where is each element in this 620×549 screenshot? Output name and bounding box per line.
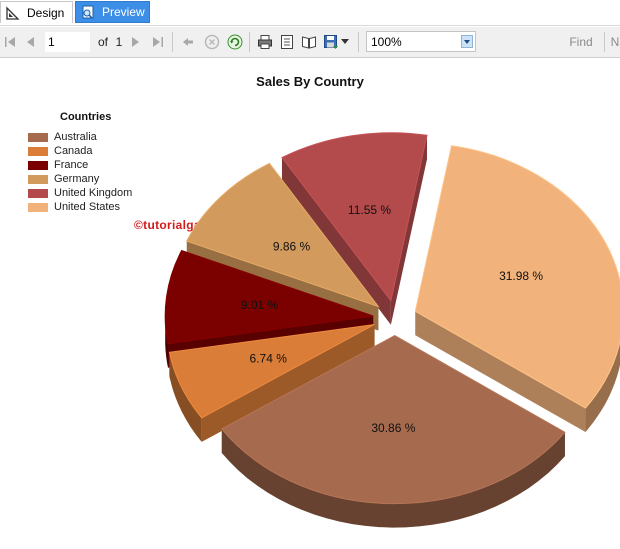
pie-slice-label: 11.55 %: [348, 203, 391, 217]
pie-slice-label: 9.86 %: [273, 239, 311, 253]
pie-chart: 31.98 % 30.86 % 6.74 % 9.01 % 9.86 % 11.55 %: [164, 132, 620, 528]
pie-slice-label: 9.01 %: [241, 298, 279, 312]
pie-slice-label: 6.74 %: [250, 352, 288, 366]
pie-slice-label: 31.98 %: [499, 269, 543, 283]
pie-slice-label: 30.86 %: [371, 421, 415, 435]
